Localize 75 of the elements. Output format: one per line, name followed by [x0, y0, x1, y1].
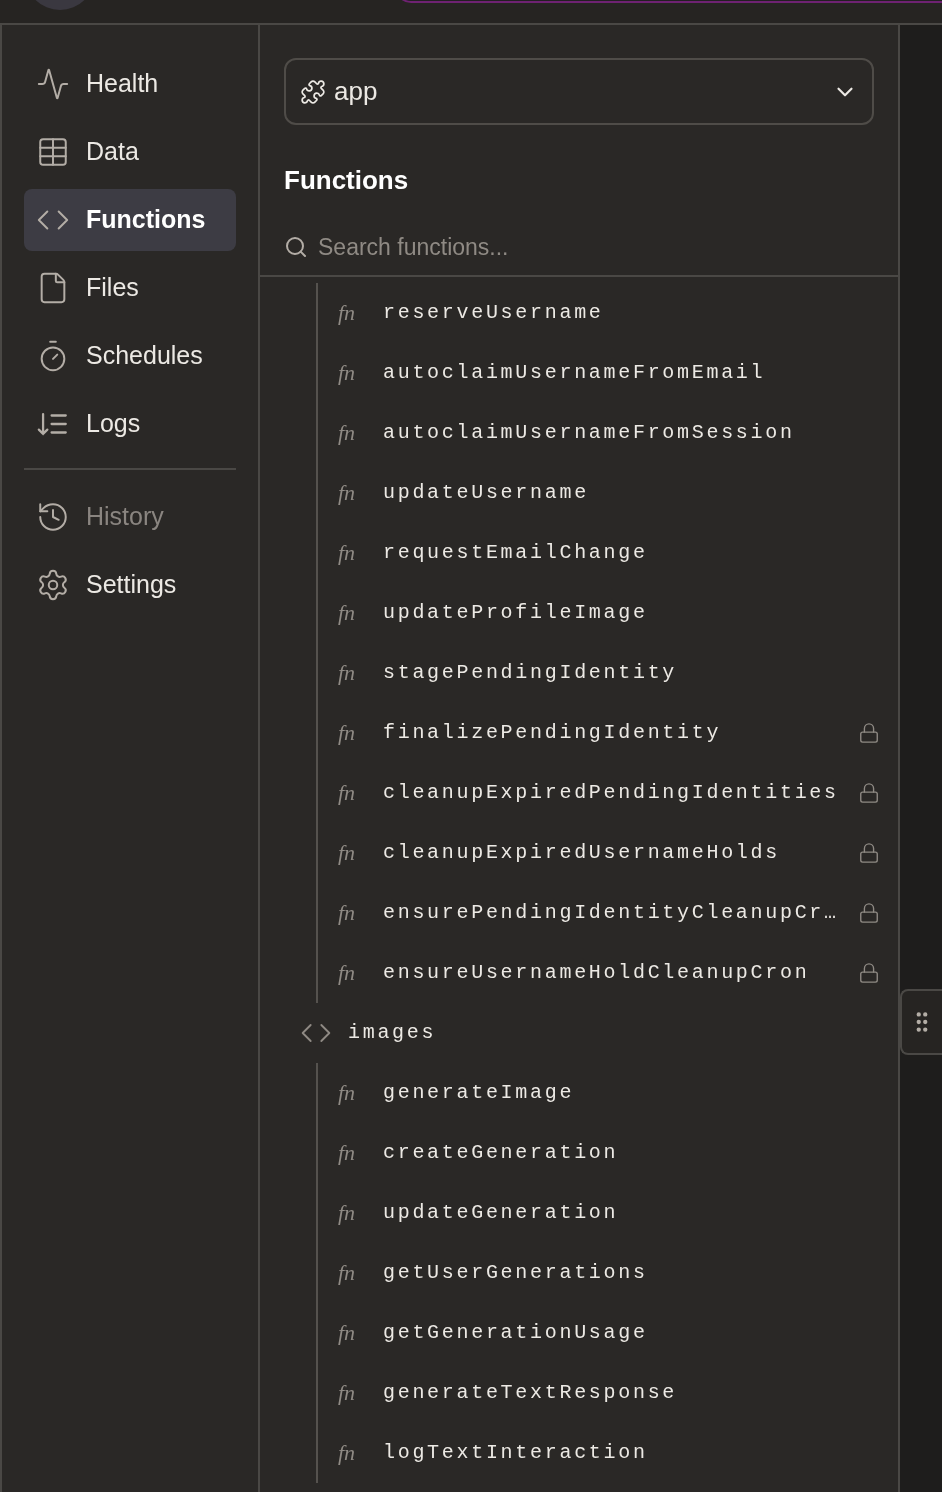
fn-label: fn: [338, 1199, 357, 1227]
function-name: logTextInteraction: [383, 1439, 649, 1466]
function-row[interactable]: fn logTextInteraction: [318, 1422, 898, 1483]
function-name: autoclaimUsernameFromSession: [383, 419, 796, 446]
search-field[interactable]: Search functions...: [318, 230, 874, 265]
function-name: stagePendingIdentity: [383, 659, 679, 686]
component-select[interactable]: app: [284, 58, 874, 125]
function-name: updateUsername: [383, 479, 590, 506]
resize-handle[interactable]: [900, 989, 942, 1055]
fn-label: fn: [338, 899, 357, 927]
settings-icon: [36, 568, 70, 602]
module-row[interactable]: images: [260, 1002, 898, 1063]
function-row[interactable]: fn autoclaimUsernameFromEmail: [318, 342, 898, 403]
sidebar-item[interactable]: Files: [24, 257, 236, 319]
function-name: cleanupExpiredUsernameHolds: [383, 839, 781, 866]
fn-label: fn: [338, 659, 357, 687]
fn-label: fn: [338, 599, 357, 627]
sidebar-item[interactable]: Functions: [24, 189, 236, 251]
function-row[interactable]: fn ensurePendingIdentityCleanupCr…: [318, 882, 898, 943]
sidebar-item[interactable]: Health: [24, 53, 236, 115]
fn-label: fn: [338, 1079, 357, 1107]
function-row[interactable]: fn ensureUsernameHoldCleanupCron: [318, 942, 898, 1003]
sidebar-item[interactable]: Schedules: [24, 325, 236, 387]
fn-label: fn: [338, 1139, 357, 1167]
fn-label: fn: [338, 419, 357, 447]
sidebar-item[interactable]: Logs: [24, 393, 236, 455]
fn-label: fn: [338, 1259, 357, 1287]
function-name: finalizePendingIdentity: [383, 719, 723, 746]
function-row[interactable]: fn reserveUsername: [318, 282, 898, 343]
function-name: ensurePendingIdentityCleanupCr…: [383, 899, 840, 926]
function-row[interactable]: fn cleanupExpiredUsernameHolds: [318, 822, 898, 883]
fn-label: fn: [338, 779, 357, 807]
fn-label: fn: [338, 299, 357, 327]
function-name: autoclaimUsernameFromEmail: [383, 359, 767, 386]
fn-label: fn: [338, 839, 357, 867]
fn-label: fn: [338, 959, 357, 987]
function-row[interactable]: fn updateProfileImage: [318, 582, 898, 643]
function-row[interactable]: fn updateUsername: [318, 462, 898, 523]
function-name: ensureUsernameHoldCleanupCron: [383, 959, 811, 986]
function-name: getUserGenerations: [383, 1259, 649, 1286]
search-icon: [284, 235, 308, 260]
function-row[interactable]: fn finalizePendingIdentity: [318, 702, 898, 763]
function-name: generateImage: [383, 1079, 576, 1106]
fn-label: fn: [338, 1379, 357, 1407]
table-icon: [36, 135, 70, 169]
function-name: reserveUsername: [383, 299, 605, 326]
sidebar-item[interactable]: Settings: [24, 554, 236, 616]
puzzle-icon: [300, 78, 326, 105]
function-row[interactable]: fn generateTextResponse: [318, 1362, 898, 1423]
pulse-icon: [36, 67, 70, 101]
fn-label: fn: [338, 359, 357, 387]
fn-label: fn: [338, 1439, 357, 1467]
fn-label: fn: [338, 1319, 357, 1347]
function-row[interactable]: fn stagePendingIdentity: [318, 642, 898, 703]
function-name: createGeneration: [383, 1139, 620, 1166]
function-row[interactable]: fn autoclaimUsernameFromSession: [318, 402, 898, 463]
function-name: updateProfileImage: [383, 599, 649, 626]
function-row[interactable]: fn getUserGenerations: [318, 1242, 898, 1303]
function-row[interactable]: fn cleanupExpiredPendingIdentities: [318, 762, 898, 823]
function-row[interactable]: fn getGenerationUsage: [318, 1302, 898, 1363]
function-row[interactable]: fn createGeneration: [318, 1122, 898, 1183]
sidebar-item[interactable]: Data: [24, 121, 236, 183]
function-name: getGenerationUsage: [383, 1319, 649, 1346]
section-heading: Functions: [284, 164, 410, 197]
fn-label: fn: [338, 539, 357, 567]
function-row[interactable]: fn updateGeneration: [318, 1182, 898, 1243]
fn-label: fn: [338, 719, 357, 747]
function-name: requestEmailChange: [383, 539, 649, 566]
function-name: generateTextResponse: [383, 1379, 679, 1406]
function-name: updateGeneration: [383, 1199, 620, 1226]
function-row[interactable]: fn requestEmailChange: [318, 522, 898, 583]
function-name: cleanupExpiredPendingIdentities: [383, 779, 840, 806]
function-row[interactable]: fn generateImage: [318, 1062, 898, 1123]
history-icon: [36, 500, 70, 534]
fn-label: fn: [338, 479, 357, 507]
